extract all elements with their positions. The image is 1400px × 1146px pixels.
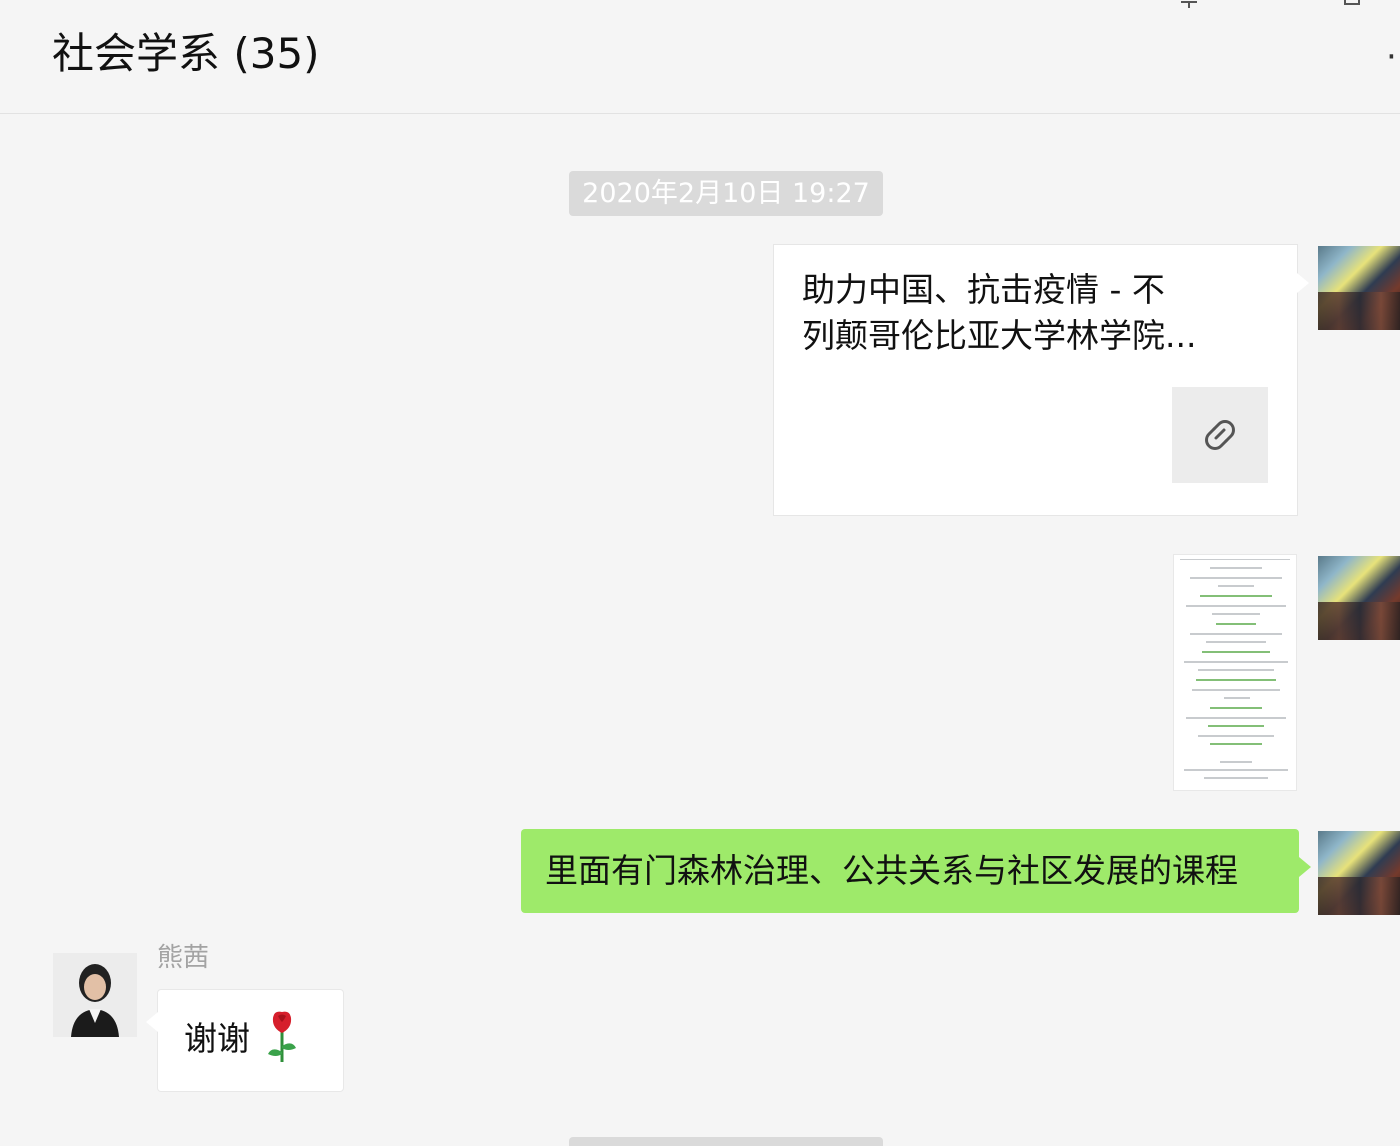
image-thumbnail-line <box>1210 567 1262 569</box>
image-thumbnail-line <box>1218 585 1254 587</box>
link-icon <box>1205 420 1235 450</box>
message-timestamp: 2020年2月10日 19:27 <box>569 171 883 216</box>
image-thumbnail-line <box>1210 707 1262 709</box>
image-thumbnail-line <box>1204 777 1268 779</box>
image-thumbnail-line <box>1190 577 1282 579</box>
image-thumbnail-line <box>1200 595 1272 597</box>
image-thumbnail-line <box>1186 717 1286 719</box>
other-text-message[interactable]: 谢谢 <box>146 989 344 1092</box>
bottom-timestamp-partial <box>569 1137 883 1146</box>
chat-title: 社会学系 (35) <box>52 29 320 78</box>
image-thumbnail-line <box>1202 651 1270 653</box>
pin-icon[interactable] <box>1178 0 1200 8</box>
image-thumbnail-line <box>1198 735 1274 737</box>
more-dots-icon[interactable]: · <box>1386 40 1397 74</box>
rose-icon <box>268 1011 296 1062</box>
image-thumbnail-line <box>1224 697 1250 699</box>
image-thumbnail-line <box>1190 633 1282 635</box>
my-avatar[interactable] <box>1318 556 1400 640</box>
link-card-thumbnail <box>1172 387 1268 483</box>
image-thumbnail-line <box>1192 689 1280 691</box>
person-avatar-image <box>53 953 137 1037</box>
image-thumbnail-line <box>1186 605 1286 607</box>
image-message[interactable] <box>1173 554 1297 791</box>
image-thumbnail-line <box>1216 623 1256 625</box>
image-thumbnail-line <box>1184 661 1288 663</box>
sender-name: 熊茜 <box>157 943 210 973</box>
my-text-message[interactable]: 里面有门森林治理、公共关系与社区发展的课程 <box>521 829 1311 913</box>
window-icon[interactable] <box>1342 0 1364 8</box>
my-avatar[interactable] <box>1318 831 1400 915</box>
link-card-message[interactable]: 助力中国、抗击疫情 - 不 列颠哥伦比亚大学林学院... <box>773 244 1309 516</box>
link-card-title: 助力中国、抗击疫情 - 不 列颠哥伦比亚大学林学院... <box>802 270 1197 355</box>
image-thumbnail-line <box>1180 559 1290 560</box>
other-message-text: 谢谢 <box>184 1019 250 1058</box>
image-thumbnail-line <box>1206 641 1266 643</box>
image-thumbnail-line <box>1210 743 1262 745</box>
image-thumbnail-line <box>1196 679 1276 681</box>
chat-header: 社会学系 (35) · <box>0 0 1400 114</box>
image-thumbnail-line <box>1208 725 1264 727</box>
my-avatar[interactable] <box>1318 246 1400 330</box>
image-thumbnail-line <box>1220 761 1252 763</box>
sender-avatar[interactable] <box>53 953 137 1037</box>
my-message-text: 里面有门森林治理、公共关系与社区发展的课程 <box>545 851 1238 890</box>
image-thumbnail-line <box>1184 769 1288 771</box>
image-thumbnail-line <box>1198 669 1274 671</box>
image-thumbnail-line <box>1212 613 1260 615</box>
